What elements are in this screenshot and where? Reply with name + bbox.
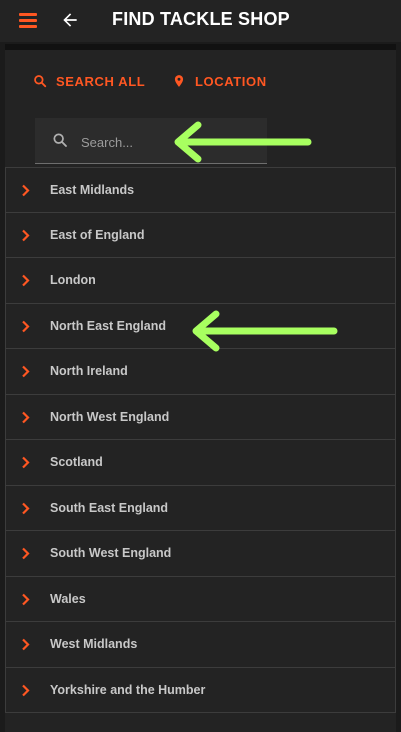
region-name: East of England [50,227,145,242]
chevron-right-icon [22,638,30,651]
search-field [35,118,267,164]
region-name: Scotland [50,455,103,469]
search-all-tab[interactable]: SEARCH ALL [33,72,145,90]
list-item[interactable]: London [5,258,396,304]
list-item[interactable]: East of England [5,212,396,258]
region-name: West Midlands [50,637,138,651]
list-item[interactable]: Yorkshire and the Humber [5,667,396,713]
page-title: FIND TACKLE SHOP [112,9,290,29]
location-pin-icon [174,75,184,87]
list-item[interactable]: West Midlands [5,622,396,668]
region-name: South West England [50,546,172,560]
list-item[interactable]: North West England [5,394,396,440]
chevron-right-icon [22,684,30,696]
list-item[interactable]: North Ireland [5,349,396,395]
arrow-left-icon[interactable] [60,10,80,30]
list-item[interactable]: South East England [5,485,396,531]
region-name: North West England [50,409,170,424]
chevron-right-icon [22,593,30,605]
list-item[interactable]: Wales [5,576,396,622]
list-item[interactable]: Scotland [5,440,396,486]
list-item[interactable]: East Midlands [5,167,396,213]
app-bar: FIND TACKLE SHOP [0,0,401,42]
region-name: Wales [50,591,86,606]
location-label: LOCATION [195,73,267,89]
region-name: East Midlands [50,183,135,197]
region-name: North Ireland [50,364,128,378]
search-icon [53,133,67,147]
chevron-right-icon [22,502,30,514]
search-input[interactable] [79,130,263,154]
chevron-right-icon [22,229,30,241]
chevron-right-icon [22,456,30,469]
chevron-right-icon [22,320,30,332]
search-all-label: SEARCH ALL [56,73,146,89]
region-list: East Midlands East of England London Nor… [5,167,396,713]
chevron-right-icon [22,411,30,423]
chevron-right-icon [22,184,30,197]
chevron-right-icon [22,547,30,560]
region-name: South East England [50,500,169,515]
chevron-right-icon [22,274,30,287]
chevron-right-icon [22,365,30,378]
hamburger-menu-icon[interactable] [19,12,37,28]
region-name: North East England [50,318,166,333]
region-name: Yorkshire and the Humber [50,682,206,697]
list-item[interactable]: North East England [5,303,396,349]
region-name: London [50,273,96,287]
location-tab[interactable]: LOCATION [172,72,267,90]
search-icon [34,75,47,88]
list-item[interactable]: South West England [5,531,396,577]
